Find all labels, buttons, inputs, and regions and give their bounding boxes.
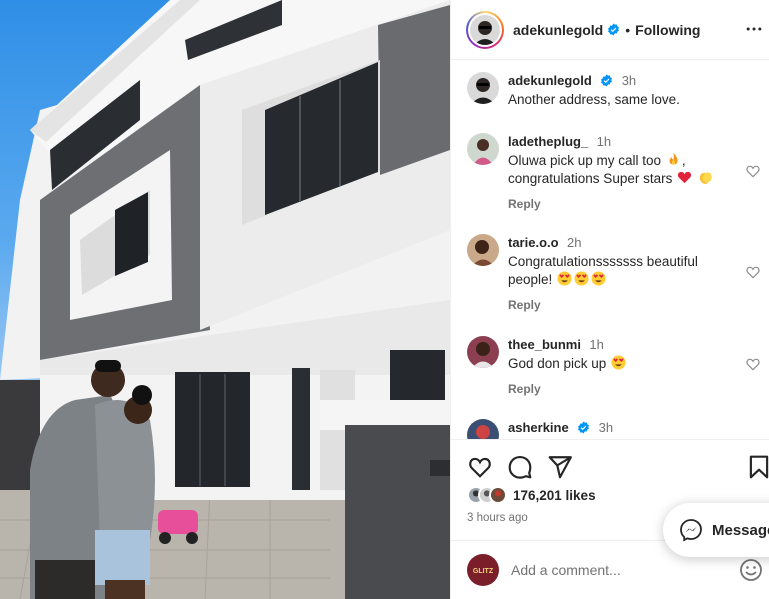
story-ring[interactable] (466, 10, 504, 49)
caption: adekunlegold 3h Another address, same lo… (467, 72, 767, 122)
liker-avatar (489, 486, 507, 504)
commenter-avatar[interactable] (467, 234, 499, 266)
comment-time[interactable]: 2h (567, 235, 581, 250)
heart-eyes-icon (557, 271, 572, 286)
commenter-avatar[interactable] (467, 133, 499, 165)
comment-item: thee_bunmi 1h God don pick up Reply (467, 336, 767, 406)
comments-list[interactable]: adekunlegold 3h Another address, same lo… (451, 61, 769, 439)
current-user-avatar[interactable]: GLITZ (467, 554, 499, 586)
likes-count[interactable]: 176,201 likes (513, 488, 596, 503)
house-couple-photo (0, 0, 450, 599)
heart-eyes-icon (611, 355, 626, 370)
caption-time[interactable]: 3h (622, 73, 636, 88)
comment-text-line-2: congratulations Super stars (508, 171, 673, 186)
commenter-avatar[interactable] (467, 336, 499, 368)
caption-avatar[interactable] (467, 72, 499, 104)
reply-button[interactable]: Reply (508, 298, 738, 312)
likes-row[interactable]: 176,201 likes (467, 486, 596, 504)
caption-username[interactable]: adekunlegold (508, 73, 592, 88)
comment-icon[interactable] (507, 454, 533, 480)
more-options-icon[interactable] (744, 19, 764, 39)
verified-badge-icon (608, 23, 620, 36)
like-comment-heart-icon[interactable] (745, 163, 761, 179)
post-header: adekunlegold • Following (451, 0, 769, 60)
comment-time[interactable]: 1h (589, 337, 603, 352)
comment-username[interactable]: thee_bunmi (508, 337, 581, 352)
comment-username[interactable]: ladetheplug_ (508, 134, 588, 149)
comment-item: asherkine 3h (467, 419, 767, 439)
caption-text: Another address, same love. (508, 92, 680, 107)
comment-input[interactable] (511, 559, 721, 581)
comment-time[interactable]: 1h (597, 134, 611, 149)
messenger-icon (680, 519, 702, 542)
commenter-avatar[interactable] (467, 419, 499, 439)
post-photo[interactable] (0, 0, 450, 599)
share-icon[interactable] (547, 454, 573, 480)
emoji-picker-icon[interactable] (739, 558, 763, 582)
like-comment-heart-icon[interactable] (745, 356, 761, 372)
comment-text: Congratulationsssssss beautiful (508, 254, 698, 269)
fire-icon (669, 152, 678, 166)
clapping-hands-icon (699, 172, 712, 184)
post-timestamp[interactable]: 3 hours ago (467, 512, 528, 524)
comment-username[interactable]: asherkine (508, 420, 569, 435)
comment-item: ladetheplug_ 1h Oluwa pick up my call to… (467, 133, 767, 223)
comment-text: Oluwa pick up my call too (508, 153, 662, 168)
verified-badge-icon (601, 74, 613, 87)
red-heart-icon (678, 171, 692, 184)
following-button[interactable]: Following (635, 22, 700, 38)
heart-eyes-icon (574, 271, 589, 286)
reply-button[interactable]: Reply (508, 197, 738, 211)
messages-button[interactable]: Messages (663, 503, 769, 557)
comment-text: God don pick up (508, 356, 607, 371)
reply-button[interactable]: Reply (508, 382, 738, 396)
author-avatar (470, 14, 500, 45)
like-comment-heart-icon[interactable] (745, 264, 761, 280)
verified-badge-icon (578, 421, 590, 434)
author-username[interactable]: adekunlegold (513, 22, 603, 38)
separator-dot: • (625, 21, 631, 38)
heart-icon[interactable] (467, 454, 493, 480)
messages-label: Messages (712, 521, 769, 539)
avatar-logo-text: GLITZ (473, 568, 494, 575)
comment-username[interactable]: tarie.o.o (508, 235, 559, 250)
comment-item: tarie.o.o 2h Congratulationsssssss beaut… (467, 234, 767, 324)
bookmark-icon[interactable] (746, 454, 769, 480)
comment-time[interactable]: 3h (599, 420, 613, 435)
comment-text-line-2: people! (508, 272, 553, 287)
heart-eyes-icon (591, 271, 606, 286)
